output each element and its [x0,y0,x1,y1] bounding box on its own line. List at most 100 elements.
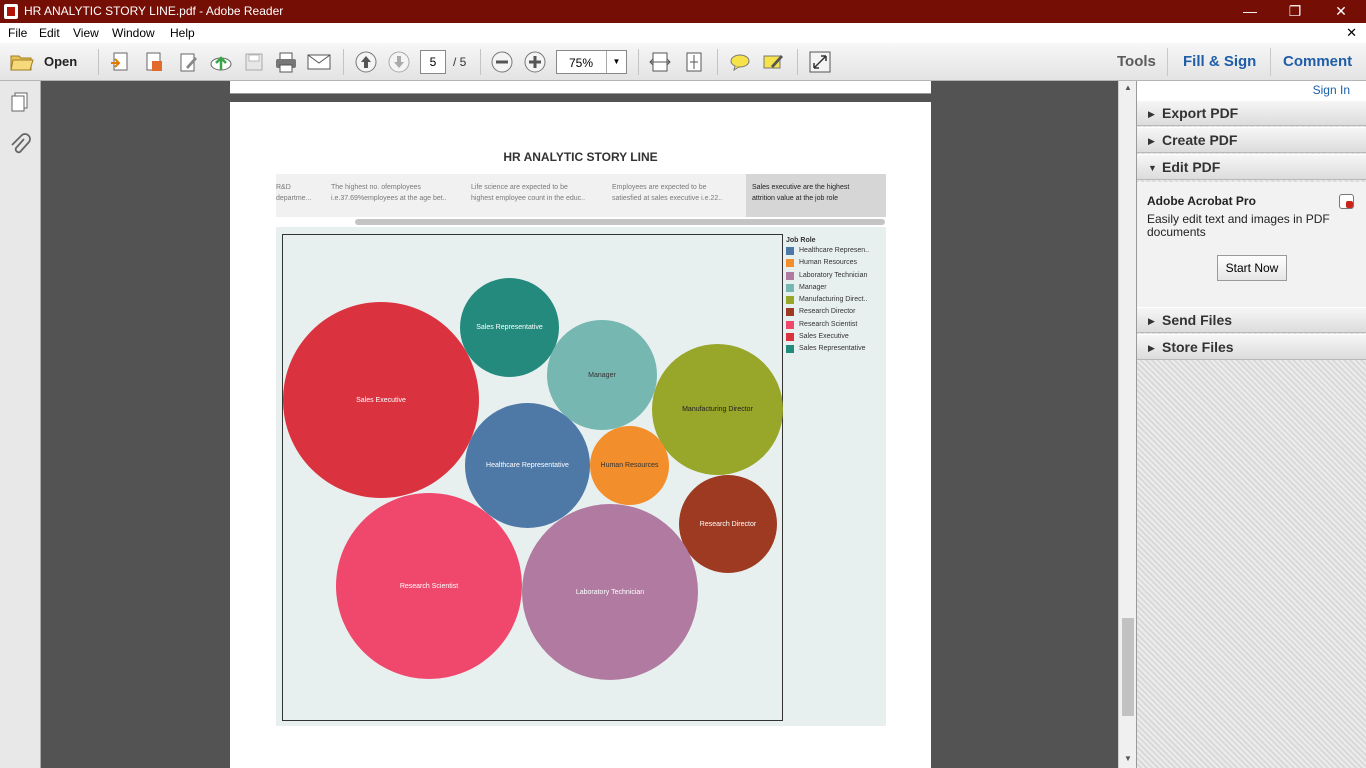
zoom-out-icon[interactable] [490,50,514,74]
zoom-in-icon[interactable] [523,50,547,74]
page-total: / 5 [453,55,467,69]
section-send-files[interactable]: ▶ Send Files [1137,307,1366,333]
toolbar: Open 5 / 5 75% ▼ Tools Fill & Sign Comme… [0,43,1366,81]
legend-item[interactable]: Manufacturing Direct.. [786,295,881,307]
create-icon[interactable] [108,50,132,74]
legend: Job Role Healthcare Represen.. Human Res… [786,237,881,357]
legend-item[interactable]: Laboratory Technician [786,271,881,283]
start-now-button[interactable]: Start Now [1217,255,1287,281]
tools-pane: Sign In ▶ Export PDF ▶ Create PDF ▼ Edit… [1136,81,1366,768]
story-scrollbar[interactable] [355,219,885,225]
zoom-value: 75% [569,56,594,70]
highlight-icon[interactable] [761,50,785,74]
legend-swatch [786,333,794,342]
plot-area: Sales Executive Sales Representative Man… [282,234,783,721]
bubble-research-director: Research Director [679,475,777,573]
bubble-chart: Sales Executive Sales Representative Man… [276,227,886,726]
section-store-files[interactable]: ▶ Store Files [1137,334,1366,360]
close-button[interactable]: ✕ [1326,2,1356,20]
edit-pdf-panel: Adobe Acrobat Pro Easily edit text and i… [1137,182,1366,308]
close-document-icon[interactable]: ✕ [1346,25,1357,41]
scroll-thumb[interactable] [1122,618,1134,716]
acrobat-pdf-icon [1339,194,1354,209]
edit-document-icon[interactable] [176,50,200,74]
bubble-sales-executive: Sales Executive [283,302,479,498]
email-icon[interactable] [307,50,331,74]
legend-swatch [786,271,794,280]
legend-item[interactable]: Sales Executive [786,332,881,344]
title-bar: HR ANALYTIC STORY LINE.pdf - Adobe Reade… [0,0,1366,23]
restore-button[interactable]: ❐ [1280,2,1310,20]
chevron-down-icon[interactable]: ▼ [606,51,626,73]
legend-item[interactable]: Sales Representative [786,344,881,356]
next-page-icon[interactable] [387,50,411,74]
story-point-1[interactable]: R&D departme... [276,182,320,204]
vertical-scrollbar[interactable]: ▲ ▼ [1118,81,1136,768]
fit-width-icon[interactable] [648,50,672,74]
story-point-2[interactable]: The highest no. ofemployees i.e.37.69%em… [331,182,461,204]
legend-swatch [786,320,794,329]
promo-description: Easily edit text and images in PDF docum… [1147,212,1330,239]
story-point-5-active[interactable]: Sales executive are the highest attritio… [746,174,886,217]
legend-item[interactable]: Human Resources [786,258,881,270]
menu-view[interactable]: View [73,26,99,40]
save-icon[interactable] [242,50,266,74]
document-view[interactable]: HR ANALYTIC STORY LINE R&D departme... T… [41,81,1118,768]
minimize-button[interactable]: — [1235,2,1265,20]
bubble-human-resources: Human Resources [590,426,669,505]
print-icon[interactable] [274,50,298,74]
previous-page-icon[interactable] [354,50,378,74]
legend-item[interactable]: Manager [786,283,881,295]
legend-swatch [786,247,794,255]
legend-item[interactable]: Research Scientist [786,320,881,332]
expand-arrow-icon: ▶ [1148,343,1155,353]
legend-swatch [786,259,794,268]
bubble-laboratory-technician: Laboratory Technician [522,504,698,680]
section-create-pdf[interactable]: ▶ Create PDF [1137,127,1366,153]
window-title: HR ANALYTIC STORY LINE.pdf - Adobe Reade… [24,4,284,18]
legend-title: Job Role [786,237,816,244]
comment-icon[interactable] [728,50,752,74]
open-folder-icon[interactable] [10,50,34,74]
legend-item[interactable]: Healthcare Represen.. [786,246,881,258]
fit-page-icon[interactable] [682,50,706,74]
collapse-arrow-icon: ▼ [1148,163,1157,173]
menu-window[interactable]: Window [112,26,155,40]
menu-file[interactable]: File [8,26,27,40]
bubble-manufacturing-director: Manufacturing Director [652,344,783,475]
legend-swatch [786,308,794,317]
menu-edit[interactable]: Edit [39,26,60,40]
sign-in-link[interactable]: Sign In [1313,83,1350,97]
tab-comment[interactable]: Comment [1283,53,1352,70]
page-thumbnails-icon[interactable] [9,91,31,118]
upload-cloud-icon[interactable] [209,50,233,74]
attachments-icon[interactable] [9,133,31,162]
navigation-pane [0,81,41,768]
pdf-page: HR ANALYTIC STORY LINE R&D departme... T… [230,102,931,768]
bubble-sales-representative: Sales Representative [460,278,559,377]
section-export-pdf[interactable]: ▶ Export PDF [1137,100,1366,126]
story-point-3[interactable]: Life science are expected to be highest … [471,182,601,204]
legend-swatch [786,283,794,292]
promo-title: Adobe Acrobat Pro [1147,194,1256,208]
story-navigator: R&D departme... The highest no. ofemploy… [276,174,886,217]
menu-bar: File Edit View Window Help ✕ [0,23,1366,43]
scroll-down-icon[interactable]: ▼ [1119,754,1137,763]
scroll-up-icon[interactable]: ▲ [1119,83,1137,92]
zoom-select[interactable]: 75% ▼ [556,50,627,74]
expand-arrow-icon: ▶ [1148,316,1155,326]
legend-item[interactable]: Research Director [786,307,881,319]
expand-arrow-icon: ▶ [1148,109,1155,119]
menu-help[interactable]: Help [170,26,195,40]
story-point-4[interactable]: Employees are expected to be satiesfied … [612,182,742,204]
bubble-healthcare-representative: Healthcare Representative [465,403,590,528]
tab-fill-sign[interactable]: Fill & Sign [1183,53,1256,70]
page-number-input[interactable]: 5 [420,50,446,74]
combine-pdf-icon[interactable] [142,50,166,74]
expand-arrow-icon: ▶ [1148,136,1155,146]
tab-tools[interactable]: Tools [1117,53,1156,70]
legend-swatch [786,296,794,305]
open-button[interactable]: Open [44,54,77,69]
section-edit-pdf[interactable]: ▼ Edit PDF [1137,154,1366,180]
full-screen-icon[interactable] [808,50,832,74]
